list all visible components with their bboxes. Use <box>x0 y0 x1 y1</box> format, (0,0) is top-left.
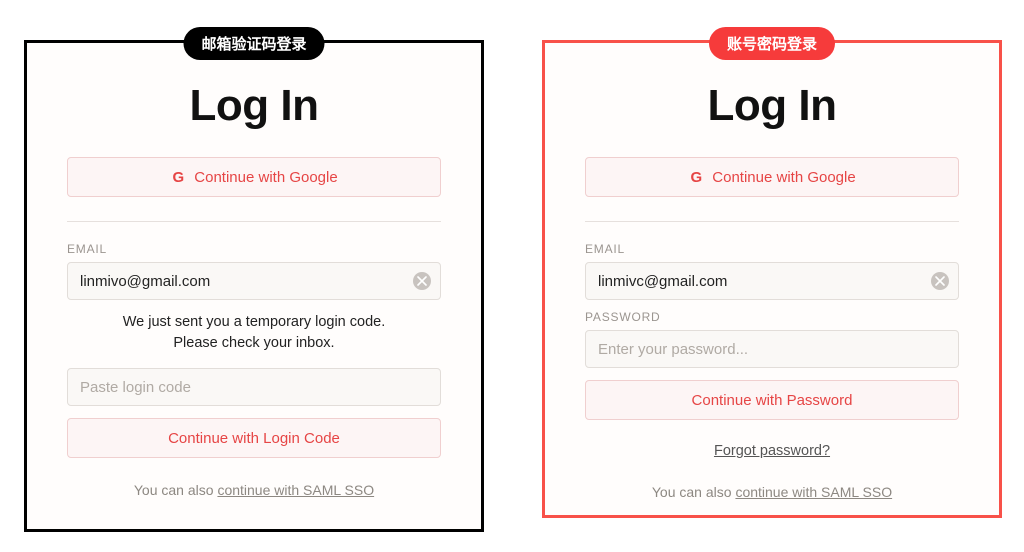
continue-with-google-button[interactable]: G Continue with Google <box>67 157 441 197</box>
google-button-label: Continue with Google <box>194 169 337 186</box>
page-title: Log In <box>585 81 959 131</box>
clear-icon[interactable] <box>931 272 949 290</box>
code-sent-message: We just sent you a temporary login code.… <box>67 312 441 354</box>
password-input[interactable] <box>585 330 959 368</box>
email-input-wrap <box>585 262 959 300</box>
code-input-wrap <box>67 368 441 406</box>
panel-badge: 账号密码登录 <box>709 27 835 60</box>
google-icon: G <box>688 169 704 185</box>
panel-badge: 邮箱验证码登录 <box>183 27 324 60</box>
clear-icon[interactable] <box>413 272 431 290</box>
forgot-password-link[interactable]: Forgot password? <box>714 443 830 459</box>
login-panel-email-code: 邮箱验证码登录 Log In G Continue with Google EM… <box>24 40 484 532</box>
password-input-wrap <box>585 330 959 368</box>
continue-with-password-button[interactable]: Continue with Password <box>585 380 959 420</box>
email-label: EMAIL <box>67 242 441 256</box>
continue-with-login-code-button[interactable]: Continue with Login Code <box>67 418 441 458</box>
continue-with-google-button[interactable]: G Continue with Google <box>585 157 959 197</box>
continue-code-label: Continue with Login Code <box>168 430 340 447</box>
email-input[interactable] <box>585 262 959 300</box>
continue-password-label: Continue with Password <box>692 392 853 409</box>
divider <box>585 221 959 222</box>
divider <box>67 221 441 222</box>
saml-sso-link[interactable]: continue with SAML SSO <box>735 484 892 500</box>
google-icon: G <box>170 169 186 185</box>
google-button-label: Continue with Google <box>712 169 855 186</box>
email-label: EMAIL <box>585 242 959 256</box>
forgot-password-row: Forgot password? <box>585 442 959 460</box>
email-input[interactable] <box>67 262 441 300</box>
login-code-input[interactable] <box>67 368 441 406</box>
email-input-wrap <box>67 262 441 300</box>
page-title: Log In <box>67 81 441 131</box>
saml-footer: You can also continue with SAML SSO <box>585 484 959 500</box>
password-label: PASSWORD <box>585 310 959 324</box>
saml-footer: You can also continue with SAML SSO <box>67 482 441 498</box>
saml-sso-link[interactable]: continue with SAML SSO <box>217 482 374 498</box>
login-panel-password: 账号密码登录 Log In G Continue with Google EMA… <box>542 40 1002 518</box>
